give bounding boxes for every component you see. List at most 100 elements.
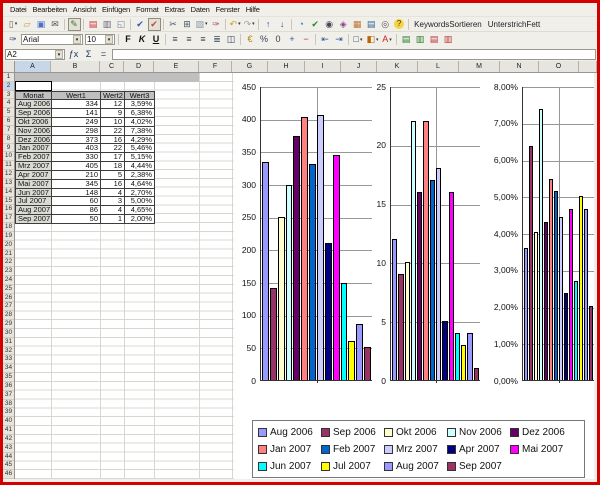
font-size-combo[interactable]: 10▾ <box>85 34 115 45</box>
page-preview-button[interactable]: ◱ <box>115 18 128 31</box>
row-header-14[interactable]: 14 <box>3 188 14 197</box>
column-header-f[interactable]: F <box>199 61 232 72</box>
gallery-button[interactable]: ▦ <box>351 18 364 31</box>
formula-button[interactable]: = <box>97 49 110 59</box>
row-header-23[interactable]: 23 <box>3 267 14 276</box>
save-button[interactable]: ▣ <box>35 18 48 31</box>
menu-item-format[interactable]: Format <box>133 5 162 14</box>
find-replace-button[interactable]: ◉ <box>323 18 336 31</box>
chart-object[interactable]: Aug 2006Sep 2006Okt 2006Nov 2006Dez 2006… <box>234 73 594 479</box>
row-header-41[interactable]: 41 <box>3 426 14 435</box>
sort-ascending-button[interactable]: ↑ <box>262 18 275 31</box>
copy-button[interactable]: ⊞ <box>181 18 194 31</box>
column-header-b[interactable]: B <box>51 61 100 72</box>
checkmark-button[interactable]: ✔ <box>309 18 322 31</box>
document-as-email-button[interactable]: ✉ <box>49 18 62 31</box>
column-header-n[interactable]: N <box>500 61 539 72</box>
row-header-7[interactable]: 7 <box>3 126 14 135</box>
table-cell[interactable]: 2,70% <box>125 189 155 198</box>
table-cell[interactable]: 16 <box>101 180 125 189</box>
row-header-15[interactable]: 15 <box>3 197 14 206</box>
number-format-standard-button[interactable]: 0 <box>272 33 285 46</box>
table-header-cell[interactable]: Monat <box>16 92 52 101</box>
background-color-dropdown-arrow[interactable]: ▾ <box>376 37 379 43</box>
sort-descending-button[interactable]: ↓ <box>276 18 289 31</box>
row-header-12[interactable]: 12 <box>3 170 14 179</box>
column-header-e[interactable]: E <box>154 61 199 72</box>
merge-cells-button[interactable]: ◫ <box>225 33 238 46</box>
table-cell[interactable]: 405 <box>52 162 101 171</box>
function-wizard-button[interactable]: ƒx <box>67 49 80 59</box>
table-cell[interactable]: 4 <box>101 206 125 215</box>
export-as-pdf-button[interactable]: ▤ <box>87 18 100 31</box>
select-all-corner[interactable] <box>3 61 15 72</box>
font-name-combo-arrow[interactable]: ▾ <box>73 35 81 44</box>
table-cell[interactable]: 4,29% <box>125 136 155 145</box>
row-header-30[interactable]: 30 <box>3 329 14 338</box>
auto-spellcheck-button[interactable]: ✔ <box>148 18 161 31</box>
borders-dropdown-arrow[interactable]: ▾ <box>360 37 363 43</box>
row-header-13[interactable]: 13 <box>3 179 14 188</box>
table-cell[interactable]: 1 <box>101 215 125 224</box>
table-cell[interactable]: 86 <box>52 206 101 215</box>
row-header-27[interactable]: 27 <box>3 302 14 311</box>
table-cell[interactable]: 18 <box>101 162 125 171</box>
undo-button[interactable]: ↶▾ <box>229 18 242 31</box>
row-header-1[interactable]: 1 <box>3 73 14 82</box>
table-header-cell[interactable]: Wert1 <box>52 92 101 101</box>
font-color-button[interactable]: A▾ <box>381 33 394 46</box>
table-cell[interactable]: 4,64% <box>125 180 155 189</box>
number-format-currency-button[interactable]: € <box>244 33 257 46</box>
row-header-25[interactable]: 25 <box>3 285 14 294</box>
align-right-button[interactable]: ≡ <box>197 33 210 46</box>
number-format-percent-button[interactable]: % <box>258 33 271 46</box>
undo-dropdown-arrow[interactable]: ▾ <box>238 21 241 27</box>
new-document-button[interactable]: ▯▾ <box>7 18 20 31</box>
delete-columns-button[interactable]: ▥ <box>442 33 455 46</box>
delete-decimal-place-button[interactable]: − <box>300 33 313 46</box>
column-header-c[interactable]: C <box>100 61 124 72</box>
formula-input[interactable] <box>112 49 596 60</box>
navigator-button[interactable]: ◈ <box>337 18 350 31</box>
align-center-button[interactable]: ≡ <box>183 33 196 46</box>
edit-file-button[interactable]: ✎ <box>68 18 81 31</box>
decrease-indent-button[interactable]: ⇤ <box>319 33 332 46</box>
row-header-37[interactable]: 37 <box>3 391 14 400</box>
align-justified-button[interactable]: ≣ <box>211 33 224 46</box>
table-cell[interactable]: Nov 2006 <box>16 127 52 136</box>
menu-item-einf-gen[interactable]: Einfügen <box>99 5 133 14</box>
column-header-k[interactable]: K <box>377 61 418 72</box>
table-cell[interactable]: 249 <box>52 118 101 127</box>
table-cell[interactable]: 22 <box>101 144 125 153</box>
spellcheck-button[interactable]: ✔ <box>134 18 147 31</box>
row-header-31[interactable]: 31 <box>3 338 14 347</box>
row-header-8[interactable]: 8 <box>3 135 14 144</box>
styles-button[interactable]: ✑ <box>7 33 20 46</box>
table-cell[interactable]: 2,00% <box>125 215 155 224</box>
menu-item-datei[interactable]: Datei <box>7 5 30 14</box>
font-size-combo-arrow[interactable]: ▾ <box>105 35 113 44</box>
row-header-38[interactable]: 38 <box>3 400 14 409</box>
row-header-33[interactable]: 33 <box>3 355 14 364</box>
column-header-blank[interactable] <box>579 61 597 72</box>
row-header-28[interactable]: 28 <box>3 311 14 320</box>
row-header-11[interactable]: 11 <box>3 161 14 170</box>
help-button[interactable]: ? <box>393 18 406 31</box>
paste-dropdown-arrow[interactable]: ▾ <box>205 21 208 27</box>
delete-rows-button[interactable]: ▤ <box>428 33 441 46</box>
row-header-29[interactable]: 29 <box>3 320 14 329</box>
table-cell[interactable]: 4 <box>101 189 125 198</box>
row-header-39[interactable]: 39 <box>3 408 14 417</box>
table-cell[interactable]: 298 <box>52 127 101 136</box>
table-cell[interactable]: 403 <box>52 144 101 153</box>
row-header-4[interactable]: 4 <box>3 99 14 108</box>
table-cell[interactable]: 141 <box>52 109 101 118</box>
column-header-h[interactable]: H <box>268 61 305 72</box>
table-cell[interactable]: Aug 2006 <box>16 100 52 109</box>
align-left-button[interactable]: ≡ <box>169 33 182 46</box>
underline-button[interactable]: U <box>150 33 163 46</box>
menu-item-extras[interactable]: Extras <box>162 5 188 14</box>
column-header-g[interactable]: G <box>232 61 268 72</box>
row-header-3[interactable]: 3 <box>3 91 14 100</box>
print-button[interactable]: ▥ <box>101 18 114 31</box>
